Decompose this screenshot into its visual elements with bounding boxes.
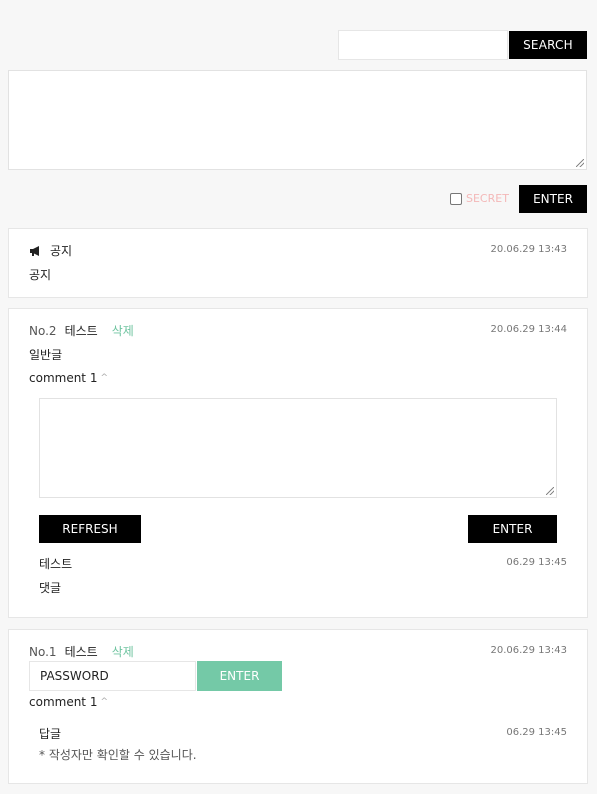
post-date: 20.06.29 13:44 <box>490 324 567 335</box>
secret-label: SECRET <box>466 192 509 205</box>
comment-date: 06.29 13:45 <box>506 557 567 568</box>
post-date: 20.06.29 13:43 <box>490 645 567 656</box>
post-textarea[interactable] <box>8 70 587 170</box>
post-number: No.1 <box>29 644 57 659</box>
comment-body: * 작성자만 확인할 수 있습니다. <box>39 748 197 762</box>
secret-checkbox[interactable] <box>450 192 462 205</box>
comment-enter-button[interactable]: ENTER <box>468 515 557 543</box>
refresh-button[interactable]: REFRESH <box>39 515 141 543</box>
post-number: No.2 <box>29 323 57 338</box>
post-body: 일반글 <box>29 348 63 362</box>
notice-title: 공지 <box>50 244 73 258</box>
delete-link[interactable]: 삭제 <box>112 322 134 339</box>
comment-author: 테스트 <box>39 557 73 571</box>
comment-body: 댓글 <box>39 581 62 595</box>
notice-body: 공지 <box>29 268 52 282</box>
comment-toggle[interactable]: comment 1 ^ <box>29 695 108 709</box>
comment-author: 답글 <box>39 727 62 741</box>
resize-grip-icon[interactable] <box>576 159 584 167</box>
post-enter-button[interactable]: ENTER <box>519 185 587 213</box>
password-enter-button[interactable]: ENTER <box>197 661 282 691</box>
notice-card: 공지 20.06.29 13:43 공지 <box>8 228 588 298</box>
secret-option[interactable]: SECRET <box>450 192 509 205</box>
delete-link[interactable]: 삭제 <box>112 643 134 660</box>
comment-textarea[interactable] <box>39 398 557 498</box>
comment-count: comment 1 <box>29 695 98 709</box>
comment-date: 06.29 13:45 <box>506 727 567 738</box>
post-card: No.1 테스트 삭제 20.06.29 13:43 PASSWORD ENTE… <box>8 629 588 784</box>
search-input[interactable] <box>338 30 508 60</box>
chevron-up-icon: ^ <box>100 373 109 383</box>
comment-count: comment 1 <box>29 371 98 385</box>
search-button[interactable]: SEARCH <box>509 31 587 59</box>
post-card: No.2 테스트 삭제 20.06.29 13:44 일반글 comment 1… <box>8 308 588 618</box>
resize-grip-icon[interactable] <box>546 487 554 495</box>
comment-toggle[interactable]: comment 1 ^ <box>29 371 108 385</box>
megaphone-icon <box>29 245 43 257</box>
notice-date: 20.06.29 13:43 <box>490 244 567 255</box>
post-author: 테스트 <box>64 324 98 338</box>
chevron-up-icon: ^ <box>100 697 109 707</box>
post-author: 테스트 <box>64 645 98 659</box>
password-field[interactable]: PASSWORD <box>29 661 196 691</box>
